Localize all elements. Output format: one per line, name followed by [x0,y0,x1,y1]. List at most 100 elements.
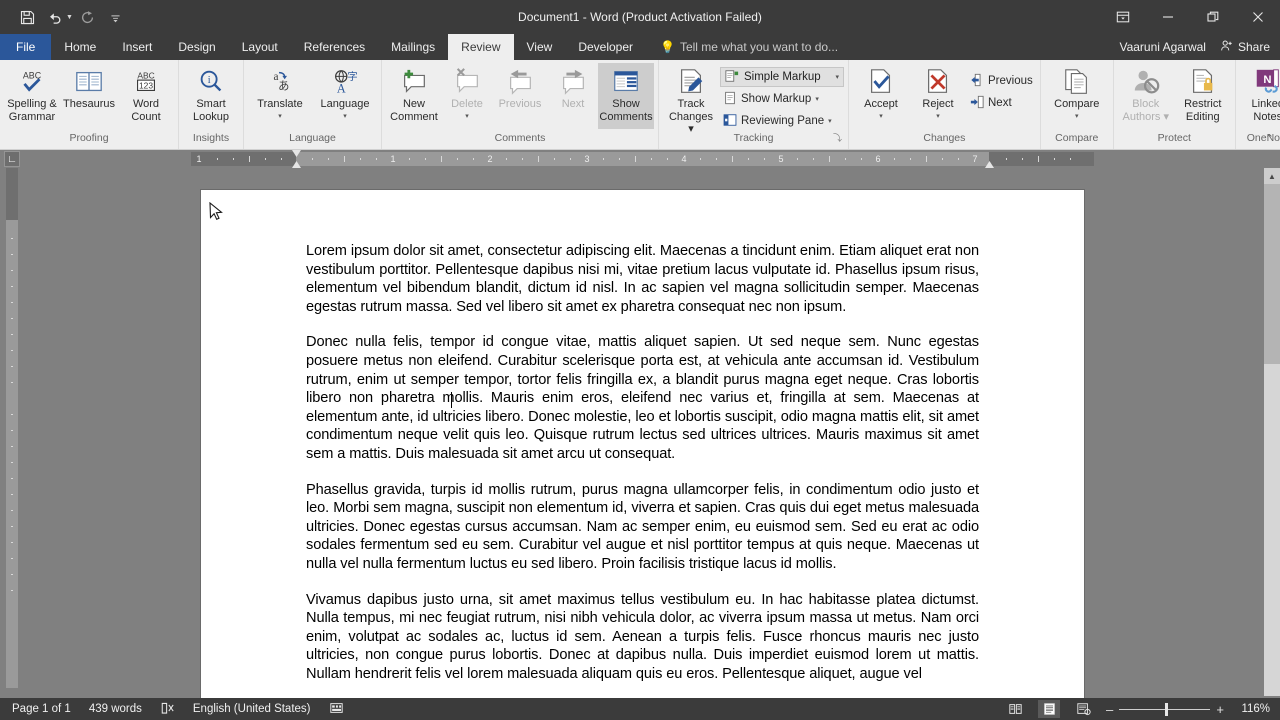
previous-change-icon [970,73,984,90]
word-count-icon: ABC 123 [131,66,161,98]
collapse-ribbon-button[interactable]: ⌃ [1265,132,1274,145]
ribbon: ABC Spelling & Grammar Thesaurus ABC 123 … [0,60,1280,150]
show-markup-caret[interactable]: ▾ [815,95,819,103]
minimize-button[interactable] [1145,0,1190,34]
svg-text:A: A [337,81,346,95]
smart-lookup-button[interactable]: i Smart Lookup [183,63,239,129]
zoom-out-button[interactable]: – [1106,702,1113,717]
tab-developer[interactable]: Developer [565,34,646,60]
word-count-indicator[interactable]: 439 words [89,703,142,715]
track-changes-button[interactable]: Track Changes ▾ [663,63,719,136]
quick-access-toolbar: ▼ [0,4,129,30]
markup-display-caret[interactable]: ▾ [835,73,839,81]
document-page[interactable]: Lorem ipsum dolor sit amet, consectetur … [201,190,1084,710]
show-markup-button[interactable]: Show Markup ▾ [720,89,844,109]
reviewing-pane-caret[interactable]: ▾ [828,117,832,125]
accept-button[interactable]: Accept ▾ [853,63,909,129]
vertical-ruler[interactable] [6,168,18,688]
vertical-scrollbar[interactable]: ▲ [1264,168,1280,696]
accept-label: Accept [864,98,898,110]
tracking-dialog-launcher[interactable]: ⤵ [833,131,842,145]
tab-file[interactable]: File [0,34,52,60]
previous-change-button[interactable]: Previous [967,71,1036,91]
language-label: Language [320,98,370,110]
print-layout-button[interactable] [1038,700,1060,718]
scrollbar-thumb[interactable] [1264,184,1280,364]
document-text-body[interactable]: Lorem ipsum dolor sit amet, consectetur … [201,190,1084,683]
redo-icon[interactable] [75,4,101,30]
delete-comment-label: Delete [451,98,483,110]
paragraph-4[interactable]: Vivamus dapibus justo urna, sit amet max… [306,591,979,684]
reviewing-pane-button[interactable]: Reviewing Pane ▾ [720,111,844,131]
compare-button[interactable]: Compare ▾ [1045,63,1109,129]
tab-insert[interactable]: Insert [109,34,165,60]
language-button[interactable]: A字 Language ▾ [313,63,377,129]
share-button[interactable]: Share [1220,39,1270,55]
macro-record-icon[interactable] [329,701,344,718]
tell-me-search[interactable]: 💡 Tell me what you want to do... [646,34,838,60]
zoom-level-label[interactable]: 116% [1236,703,1270,715]
block-authors-label-2: Authors ▾ [1122,110,1170,123]
reject-button[interactable]: Reject ▾ [910,63,966,129]
tab-view[interactable]: View [514,34,566,60]
group-label-language: Language [289,132,336,144]
thesaurus-icon [74,66,104,98]
ruler-num-left-1: 1 [196,154,202,164]
language-caret[interactable]: ▾ [343,111,347,124]
translate-button[interactable]: aあ Translate ▾ [248,63,312,129]
next-comment-label: Next [561,98,585,110]
horizontal-ruler[interactable]: 1 1 2 3 4 5 6 7 [191,150,1094,168]
translate-caret[interactable]: ▾ [278,111,282,124]
undo-dropdown-caret[interactable]: ▼ [66,14,73,21]
page-indicator[interactable]: Page 1 of 1 [12,703,71,715]
linked-notes-button[interactable]: N Linked Notes [1240,63,1280,129]
web-layout-button[interactable] [1072,700,1094,718]
zoom-in-button[interactable]: + [1216,702,1224,717]
undo-icon[interactable] [42,4,68,30]
tab-review[interactable]: Review [448,34,514,60]
next-change-button[interactable]: Next [967,93,1036,113]
scroll-up-button[interactable]: ▲ [1264,168,1280,184]
save-icon[interactable] [14,4,40,30]
markup-display-combo[interactable]: Simple Markup ▾ [720,67,844,87]
zoom-thumb[interactable] [1164,702,1168,716]
left-tab-stop-icon[interactable]: ∟ [4,151,20,167]
horizontal-ruler-row: ∟ 1 1 2 3 4 5 6 7 [0,150,1280,168]
paragraph-2[interactable]: Donec nulla felis, tempor id congue vita… [306,333,979,463]
proofing-status-icon[interactable] [160,701,175,718]
language-indicator[interactable]: English (United States) [193,703,311,715]
tab-references[interactable]: References [291,34,378,60]
accept-caret[interactable]: ▾ [879,111,883,124]
ribbon-group-comments: New Comment Delete ▾ Previous Next Show … [382,60,659,149]
thesaurus-button[interactable]: Thesaurus [61,63,117,129]
zoom-track[interactable] [1119,702,1211,716]
text-insertion-caret [451,392,452,408]
word-application-window: ▼ Document1 - Word (Product Activation F… [0,0,1280,720]
tab-design[interactable]: Design [165,34,228,60]
ribbon-group-compare: Compare ▾ Compare [1041,60,1114,149]
ribbon-display-options-icon[interactable] [1100,0,1145,34]
group-label-tracking: Tracking ⤵ [663,131,844,145]
spelling-and-grammar-button[interactable]: ABC Spelling & Grammar [4,63,60,129]
new-comment-button[interactable]: New Comment [386,63,442,129]
user-name[interactable]: Vaaruni Agarwal [1119,40,1206,54]
restore-button[interactable] [1190,0,1235,34]
paragraph-1[interactable]: Lorem ipsum dolor sit amet, consectetur … [306,242,979,316]
close-button[interactable] [1235,0,1280,34]
restrict-editing-button[interactable]: Restrict Editing [1175,63,1231,129]
window-controls [1100,0,1280,34]
word-count-button[interactable]: ABC 123 Word Count [118,63,174,129]
group-label-comments: Comments [494,132,546,144]
zoom-slider[interactable]: – + [1106,702,1224,717]
ruler-num-5: 5 [778,154,784,164]
tab-mailings[interactable]: Mailings [378,34,448,60]
tab-layout[interactable]: Layout [229,34,291,60]
paragraph-3[interactable]: Phasellus gravida, turpis id mollis rutr… [306,481,979,574]
show-comments-button[interactable]: Show Comments [598,63,654,129]
compare-caret[interactable]: ▾ [1075,111,1079,124]
customize-quick-access-icon[interactable] [103,4,129,30]
title-bar: ▼ Document1 - Word (Product Activation F… [0,0,1280,34]
reject-caret[interactable]: ▾ [936,111,940,124]
read-mode-button[interactable] [1004,700,1026,718]
tab-home[interactable]: Home [51,34,109,60]
